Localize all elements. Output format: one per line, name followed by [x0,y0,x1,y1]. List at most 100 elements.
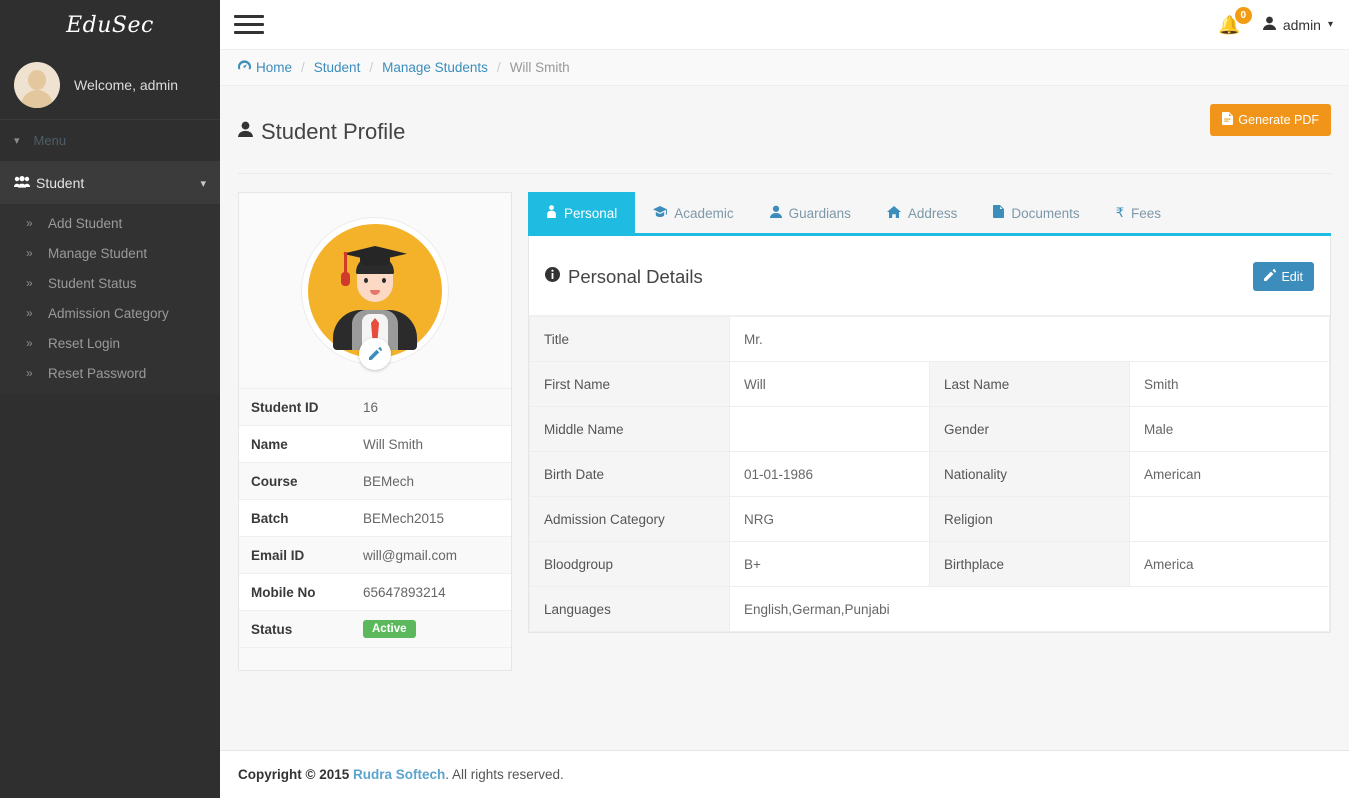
brand-logo[interactable]: EduSec [0,0,220,50]
generate-pdf-button[interactable]: Generate PDF [1210,104,1331,136]
brand-name: EduSec [66,13,154,38]
graduation-cap-icon [653,206,667,221]
sidebar-item-manage-student[interactable]: » Manage Student [0,238,220,268]
cell-key: Admission Category [530,497,730,542]
cell-value: 01-01-1986 [730,452,930,497]
table-row: Languages English,German,Punjabi [530,587,1330,632]
cell-value: English,German,Punjabi [730,587,1330,632]
sidebar-menu-header[interactable]: ▾ Menu [0,120,220,162]
sidebar-item-label: Reset Password [48,366,146,381]
table-row: Admission Category NRG Religion [530,497,1330,542]
tab-label: Guardians [789,206,851,221]
page-title-text: Student Profile [261,119,405,145]
info-value: BEMech [363,474,414,489]
status-badge: Active [363,620,416,638]
personal-details-table: Title Mr. First Name Will Last Name Smit… [529,316,1330,632]
tab-content-personal: Personal Details Edit [528,236,1331,633]
table-row: Bloodgroup B+ Birthplace America [530,542,1330,587]
sidebar: EduSec Welcome, admin ▾ Menu Student ▾ [0,0,220,798]
user-menu[interactable]: admin ▾ [1263,16,1333,34]
cell-value: Will [730,362,930,407]
user-icon [1263,16,1276,34]
tab-documents[interactable]: Documents [975,192,1097,233]
chevron-down-icon: ▾ [1328,19,1333,30]
profile-row: Student ID 16 Name Will Smith Course BEM… [220,174,1349,689]
angle-double-right-icon: » [26,246,48,260]
cell-key: First Name [530,362,730,407]
cell-key: Gender [930,407,1130,452]
hamburger-icon[interactable] [234,13,264,37]
notifications-button[interactable]: 🔔 0 [1218,16,1240,34]
app-root: EduSec Welcome, admin ▾ Menu Student ▾ [0,0,1349,798]
cell-value: Mr. [730,317,1330,362]
footer-company-link[interactable]: Rudra Softech [353,767,445,782]
info-label: Batch [251,511,363,526]
user-icon [770,205,782,221]
cell-value: B+ [730,542,930,587]
tabs-panel: Personal Academic Guardian [528,192,1331,633]
sidebar-item-reset-login[interactable]: » Reset Login [0,328,220,358]
footer: Copyright © 2015 Rudra Softech . All rig… [220,750,1349,798]
footer-rights: . All rights reserved. [445,767,564,782]
sidebar-group-student[interactable]: Student ▾ [0,162,220,204]
angle-double-right-icon: » [26,276,48,290]
info-label: Student ID [251,400,363,415]
info-value: 65647893214 [363,585,446,600]
breadcrumb-separator: / [301,60,305,75]
sidebar-item-student-status[interactable]: » Student Status [0,268,220,298]
info-value: 16 [363,400,378,415]
cell-key: Nationality [930,452,1130,497]
cell-value: American [1130,452,1330,497]
table-row: First Name Will Last Name Smith [530,362,1330,407]
tab-address[interactable]: Address [869,193,976,233]
breadcrumb-separator: / [497,60,501,75]
generate-pdf-label: Generate PDF [1238,113,1319,127]
list-item: Email ID will@gmail.com [239,537,511,574]
edit-photo-button[interactable] [359,338,391,370]
list-item: Name Will Smith [239,426,511,463]
sidebar-submenu: » Add Student » Manage Student » Student… [0,204,220,394]
rupee-icon: ₹ [1116,205,1124,221]
profile-card: Student ID 16 Name Will Smith Course BEM… [238,192,512,671]
sidebar-item-label: Reset Login [48,336,120,351]
notification-badge: 0 [1235,7,1252,24]
info-label: Mobile No [251,585,363,600]
cell-key: Birthplace [930,542,1130,587]
list-item: Status Active [239,611,511,648]
sidebar-item-label: Add Student [48,216,122,231]
tab-fees[interactable]: ₹ Fees [1098,192,1179,233]
breadcrumb-separator: / [369,60,373,75]
table-row: Birth Date 01-01-1986 Nationality Americ… [530,452,1330,497]
topbar: 🔔 0 admin ▾ [220,0,1349,50]
tab-guardians[interactable]: Guardians [752,192,869,233]
sidebar-item-reset-password[interactable]: » Reset Password [0,358,220,388]
cell-value: Male [1130,407,1330,452]
info-value: BEMech2015 [363,511,444,526]
tab-personal[interactable]: Personal [528,192,635,233]
tab-label: Academic [674,206,733,221]
breadcrumb-manage-students[interactable]: Manage Students [382,60,488,75]
breadcrumb-student[interactable]: Student [314,60,361,75]
table-row: Middle Name Gender Male [530,407,1330,452]
breadcrumb-home[interactable]: Home [256,60,292,75]
angle-double-right-icon: » [26,336,48,350]
sidebar-item-admission-category[interactable]: » Admission Category [0,298,220,328]
breadcrumb-current: Will Smith [510,60,570,75]
sidebar-item-label: Manage Student [48,246,147,261]
info-label: Course [251,474,363,489]
panel-title-text: Personal Details [568,266,703,288]
cell-value: America [1130,542,1330,587]
sidebar-item-add-student[interactable]: » Add Student [0,208,220,238]
edit-button[interactable]: Edit [1253,262,1314,291]
user-menu-label: admin [1283,17,1321,33]
chevron-down-icon: ▾ [200,177,206,190]
welcome-text: Welcome, admin [74,77,178,93]
cell-key: Middle Name [530,407,730,452]
tab-academic[interactable]: Academic [635,193,751,233]
sidebar-item-label: Admission Category [48,306,169,321]
info-label: Status [251,622,363,637]
tab-label: Address [908,206,958,221]
cell-key: Birth Date [530,452,730,497]
tab-strip: Personal Academic Guardian [528,192,1331,236]
list-item: Student ID 16 [239,389,511,426]
